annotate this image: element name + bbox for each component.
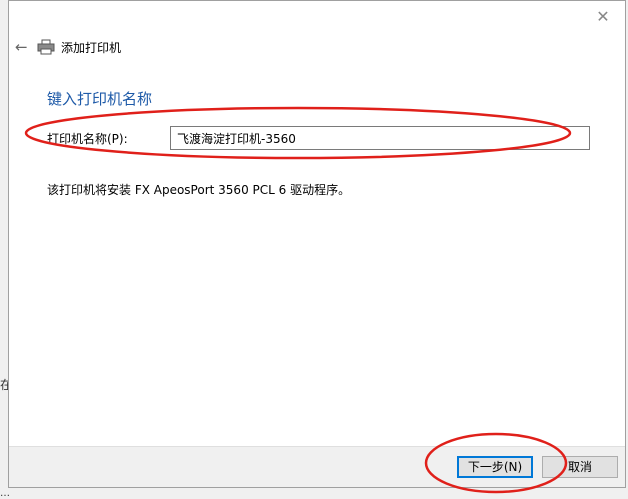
next-button[interactable]: 下一步(N) — [457, 456, 533, 478]
printer-name-label: 打印机名称(P): — [47, 132, 128, 146]
backdrop-bottom-text: … — [0, 488, 10, 499]
window-title: 添加打印机 — [61, 40, 122, 55]
page-heading: 键入打印机名称 — [47, 90, 153, 108]
add-printer-wizard: ✕ ← 添加打印机 键入打印机名称 打印机名称(P): 飞渡海淀打印机-3560… — [8, 0, 626, 488]
wizard-titlebar: ← 添加打印机 — [15, 37, 121, 57]
driver-note: 该打印机将安装 FX ApeosPort 3560 PCL 6 驱动程序。 — [47, 183, 351, 197]
printer-icon — [37, 39, 55, 55]
printer-name-input[interactable]: 飞渡海淀打印机-3560 — [170, 126, 590, 150]
wizard-footer: 下一步(N) 取消 — [9, 446, 625, 487]
close-icon[interactable]: ✕ — [593, 7, 613, 27]
back-arrow-icon[interactable]: ← — [15, 38, 37, 56]
cancel-button[interactable]: 取消 — [542, 456, 618, 478]
